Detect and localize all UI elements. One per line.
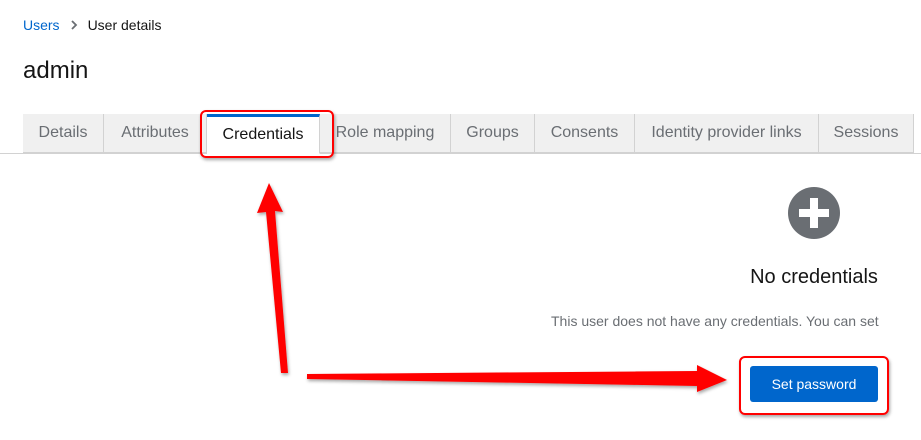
tab-attributes[interactable]: Attributes bbox=[104, 114, 207, 153]
plus-circle-icon bbox=[788, 187, 840, 239]
page-title: admin bbox=[23, 57, 89, 84]
tab-identity-provider-links[interactable]: Identity provider links bbox=[635, 114, 819, 153]
arrow-up-icon bbox=[257, 183, 288, 373]
tab-credentials[interactable]: Credentials bbox=[207, 114, 320, 154]
arrow-right-icon bbox=[307, 365, 727, 392]
chevron-right-icon bbox=[70, 20, 78, 30]
empty-state-title: No credentials bbox=[750, 266, 878, 288]
tab-role-mapping[interactable]: Role mapping bbox=[320, 114, 451, 153]
breadcrumb-current: User details bbox=[87, 17, 162, 33]
set-password-button[interactable]: Set password bbox=[750, 366, 878, 402]
tab-groups[interactable]: Groups bbox=[451, 114, 535, 153]
tab-bar: Details Attributes Credentials Role mapp… bbox=[23, 114, 921, 154]
tab-sessions[interactable]: Sessions bbox=[819, 114, 914, 153]
empty-state-body: This user does not have any credentials.… bbox=[551, 313, 879, 329]
breadcrumb: Users User details bbox=[23, 17, 161, 33]
breadcrumb-users-link[interactable]: Users bbox=[23, 17, 60, 33]
tab-details[interactable]: Details bbox=[23, 114, 104, 153]
tab-consents[interactable]: Consents bbox=[535, 114, 635, 153]
